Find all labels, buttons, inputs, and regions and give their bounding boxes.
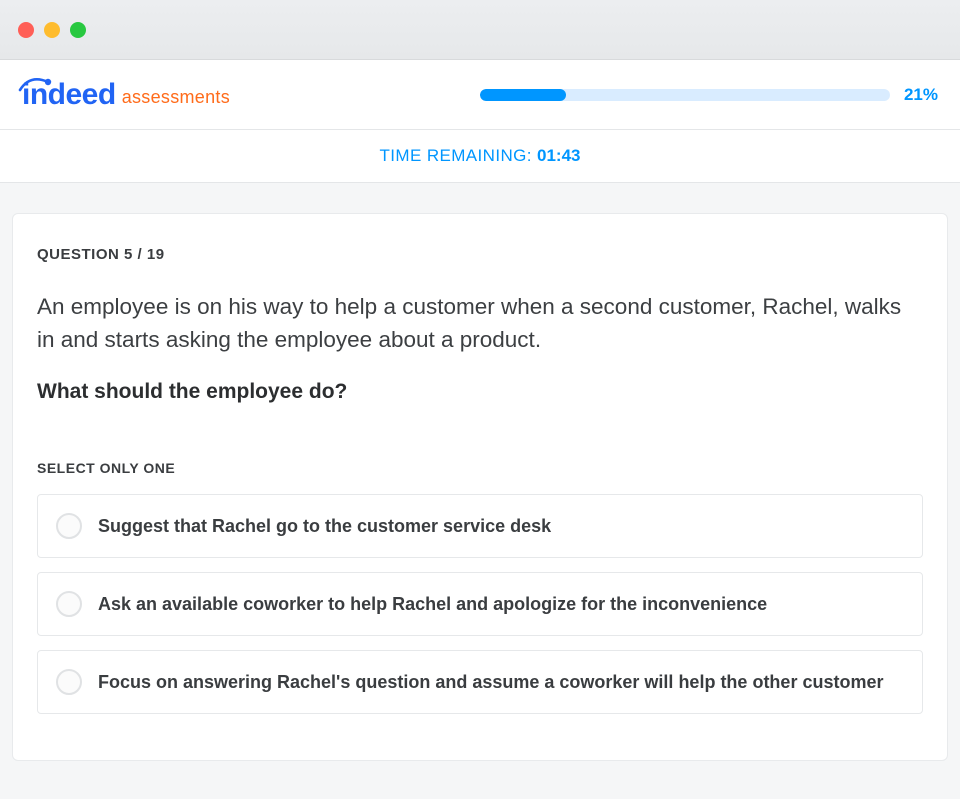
logo-brand: indeed <box>22 80 116 110</box>
minimize-window-button[interactable] <box>44 22 60 38</box>
radio-icon <box>56 591 82 617</box>
logo: indeed assessments <box>22 80 230 110</box>
progress-fill <box>480 89 566 101</box>
question-prompt: What should the employee do? <box>37 380 923 404</box>
answer-option[interactable]: Ask an available coworker to help Rachel… <box>37 572 923 636</box>
window-titlebar <box>0 0 960 60</box>
option-text: Focus on answering Rachel's question and… <box>98 672 883 693</box>
question-card: QUESTION 5 / 19 An employee is on his wa… <box>12 213 948 761</box>
question-scenario: An employee is on his way to help a cust… <box>37 291 923 356</box>
header-bar: indeed assessments 21% <box>0 60 960 130</box>
timer-label: TIME REMAINING: <box>380 146 538 165</box>
select-instruction: SELECT ONLY ONE <box>37 460 923 476</box>
option-text: Ask an available coworker to help Rachel… <box>98 594 767 615</box>
traffic-lights <box>18 22 86 38</box>
progress-bar <box>480 89 890 101</box>
timer-value: 01:43 <box>537 146 580 165</box>
question-counter: QUESTION 5 / 19 <box>37 246 923 263</box>
progress-group: 21% <box>480 85 938 105</box>
progress-percent: 21% <box>904 85 938 105</box>
fullscreen-window-button[interactable] <box>70 22 86 38</box>
logo-suffix: assessments <box>122 87 230 108</box>
logo-swoosh-icon <box>18 76 52 92</box>
radio-icon <box>56 669 82 695</box>
content-area: QUESTION 5 / 19 An employee is on his wa… <box>0 183 960 761</box>
answer-option[interactable]: Focus on answering Rachel's question and… <box>37 650 923 714</box>
answer-option[interactable]: Suggest that Rachel go to the customer s… <box>37 494 923 558</box>
close-window-button[interactable] <box>18 22 34 38</box>
option-text: Suggest that Rachel go to the customer s… <box>98 516 551 537</box>
timer-bar: TIME REMAINING: 01:43 <box>0 130 960 183</box>
radio-icon <box>56 513 82 539</box>
